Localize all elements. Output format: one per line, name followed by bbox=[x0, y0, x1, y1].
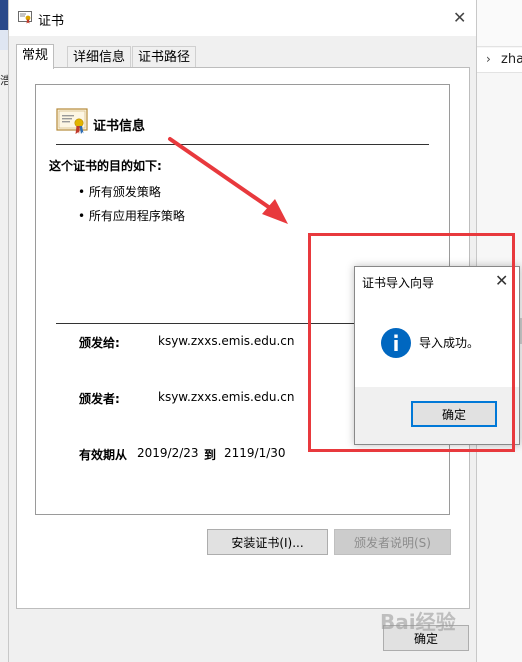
purpose-item: • 所有应用程序策略 bbox=[78, 209, 185, 223]
dialog-title: 证书导入向导 bbox=[362, 276, 435, 290]
background-window-left bbox=[0, 0, 8, 662]
background-ribbon-fragment bbox=[475, 0, 522, 47]
validity-from-value: 2019/2/23 bbox=[137, 446, 199, 460]
purpose-title: 这个证书的目的如下: bbox=[49, 159, 162, 173]
purpose-item-text: 所有颁发策略 bbox=[88, 185, 161, 199]
certificate-info-heading: 证书信息 bbox=[93, 119, 146, 134]
close-icon[interactable]: ✕ bbox=[495, 271, 508, 290]
tab-details[interactable]: 详细信息 bbox=[67, 46, 132, 68]
issued-by-value: ksyw.zxxs.emis.edu.cn bbox=[158, 390, 295, 404]
background-left-text: 浩 bbox=[0, 74, 8, 87]
certificate-icon bbox=[18, 11, 32, 24]
issued-to-value: ksyw.zxxs.emis.edu.cn bbox=[158, 334, 295, 348]
validity-to-value: 2119/1/30 bbox=[224, 446, 286, 460]
close-icon[interactable]: ✕ bbox=[453, 8, 466, 27]
issued-by-label: 颁发者: bbox=[79, 392, 120, 406]
dialog-ok-button[interactable]: 确定 bbox=[411, 401, 497, 427]
issued-to-label: 颁发给: bbox=[79, 336, 120, 350]
background-toolbar-fragment bbox=[0, 30, 8, 50]
background-breadcrumb[interactable]: zha bbox=[501, 52, 522, 67]
background-taskbar-fragment bbox=[0, 0, 8, 30]
purpose-item-text: 所有应用程序策略 bbox=[88, 209, 185, 223]
chevron-right-icon: › bbox=[486, 52, 491, 66]
issuer-statement-button[interactable]: 颁发者说明(S) bbox=[334, 529, 451, 555]
tab-general[interactable]: 常规 bbox=[16, 44, 55, 69]
import-wizard-dialog: 证书导入向导 ✕ 导入成功。 确定 bbox=[354, 266, 520, 445]
window-title: 证书 bbox=[38, 14, 65, 29]
title-bar: 证书 ✕ bbox=[9, 0, 476, 36]
tab-certification-path[interactable]: 证书路径 bbox=[132, 46, 197, 68]
dialog-message: 导入成功。 bbox=[419, 336, 480, 350]
divider bbox=[56, 144, 429, 145]
validity-to-label: 到 bbox=[204, 448, 217, 462]
validity-from-label: 有效期从 bbox=[79, 448, 128, 462]
info-icon bbox=[381, 328, 411, 358]
purpose-item: • 所有颁发策略 bbox=[78, 185, 161, 199]
dialog-footer: 确定 bbox=[355, 387, 519, 444]
ok-button[interactable]: 确定 bbox=[383, 625, 469, 651]
install-certificate-button[interactable]: 安装证书(I)... bbox=[207, 529, 328, 555]
certificate-icon bbox=[56, 108, 88, 134]
